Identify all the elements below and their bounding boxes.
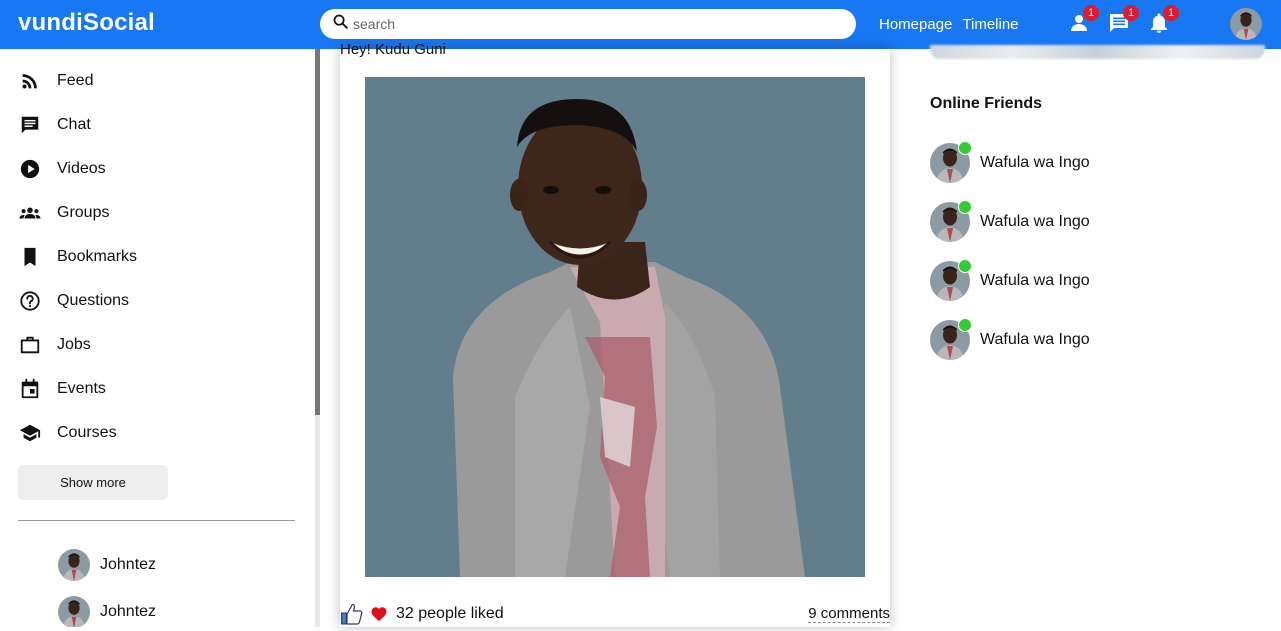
friend-name: Wafula wa Ingo xyxy=(980,271,1090,289)
sidebar-item-label: Events xyxy=(57,380,106,397)
sidebar-item-label: Courses xyxy=(57,424,117,441)
topbar: vundiSocial Homepage Timeline 1 1 1 xyxy=(0,0,1281,49)
friend-name: Johntez xyxy=(100,555,157,573)
sidebar-item-feed[interactable]: Feed xyxy=(0,59,320,103)
avatar xyxy=(58,596,90,628)
online-status-dot xyxy=(958,317,972,332)
search-bar[interactable] xyxy=(320,9,856,39)
sidebar: Feed Chat Videos Groups Bookmarks Questi… xyxy=(0,49,320,627)
person-icon xyxy=(1067,15,1091,39)
online-friend-item[interactable]: Wafula wa Ingo xyxy=(930,310,1090,369)
sidebar-item-courses[interactable]: Courses xyxy=(0,411,320,455)
post-text: Hey! Kudu Guni xyxy=(340,41,446,58)
avatar xyxy=(58,549,90,581)
sidebar-item-label: Bookmarks xyxy=(57,248,138,265)
online-friends-list: Wafula wa Ingo Wafula wa Ingo Wafula wa … xyxy=(930,133,1090,369)
search-icon xyxy=(332,13,349,35)
sidebar-item-groups[interactable]: Groups xyxy=(0,191,320,235)
group-icon xyxy=(19,202,41,224)
sidebar-friend-item[interactable]: Johntez xyxy=(0,541,320,588)
sidebar-item-chat[interactable]: Chat xyxy=(0,103,320,147)
post-image[interactable] xyxy=(365,77,865,577)
feed-post: Hey! Kudu Guni 32 people liked 9 comment… xyxy=(340,41,890,627)
sidebar-item-label: Groups xyxy=(57,204,110,221)
avatar xyxy=(930,258,972,301)
like-icon[interactable] xyxy=(340,602,364,626)
sidebar-item-label: Videos xyxy=(57,160,106,177)
timeline-link[interactable]: Timeline xyxy=(962,16,1018,33)
friend-name: Wafula wa Ingo xyxy=(980,212,1090,230)
messages-badge: 1 xyxy=(1123,5,1139,21)
messages-button[interactable]: 1 xyxy=(1107,5,1139,35)
sidebar-scrollbar-thumb[interactable] xyxy=(315,49,320,415)
online-friends-title: Online Friends xyxy=(930,95,1043,112)
avatar xyxy=(930,199,972,242)
calendar-event-icon xyxy=(19,378,41,400)
avatar xyxy=(930,317,972,360)
sidebar-item-events[interactable]: Events xyxy=(0,367,320,411)
online-status-dot xyxy=(958,199,972,214)
search-input[interactable] xyxy=(353,16,833,32)
notifications-badge: 1 xyxy=(1163,5,1179,21)
like-count: 32 people liked xyxy=(396,605,504,622)
friend-name: Johntez xyxy=(100,602,157,620)
briefcase-icon xyxy=(19,334,41,356)
notifications-button[interactable]: 1 xyxy=(1147,5,1179,35)
ad-banner[interactable] xyxy=(930,45,1265,59)
avatar xyxy=(930,140,972,183)
bookmark-icon xyxy=(19,246,41,268)
sidebar-item-label: Jobs xyxy=(57,336,91,353)
friend-requests-badge: 1 xyxy=(1083,5,1099,21)
post-footer: 32 people liked 9 comments xyxy=(340,601,890,627)
sidebar-item-label: Feed xyxy=(57,72,94,89)
play-circle-icon xyxy=(19,158,41,180)
chat-icon xyxy=(19,114,41,136)
topbar-icons: 1 1 1 xyxy=(1067,5,1179,35)
sidebar-friend-item[interactable]: Johntez xyxy=(0,588,320,627)
bell-icon xyxy=(1147,13,1171,39)
friend-name: Wafula wa Ingo xyxy=(980,330,1090,348)
help-circle-icon xyxy=(19,290,41,312)
online-friend-item[interactable]: Wafula wa Ingo xyxy=(930,133,1090,192)
heart-icon[interactable] xyxy=(370,605,388,623)
top-links: Homepage Timeline xyxy=(879,16,1019,33)
school-icon xyxy=(19,422,41,444)
sidebar-item-jobs[interactable]: Jobs xyxy=(0,323,320,367)
online-friend-item[interactable]: Wafula wa Ingo xyxy=(930,251,1090,310)
chat-icon xyxy=(1107,14,1131,39)
sidebar-item-questions[interactable]: Questions xyxy=(0,279,320,323)
sidebar-item-label: Chat xyxy=(57,116,91,133)
homepage-link[interactable]: Homepage xyxy=(879,16,952,33)
sidebar-menu: Feed Chat Videos Groups Bookmarks Questi… xyxy=(0,49,320,455)
show-more-button[interactable]: Show more xyxy=(18,465,168,500)
app-logo[interactable]: vundiSocial xyxy=(18,9,155,37)
comments-link[interactable]: 9 comments xyxy=(808,605,890,623)
sidebar-divider xyxy=(18,520,295,521)
online-friend-item[interactable]: Wafula wa Ingo xyxy=(930,192,1090,251)
friend-requests-button[interactable]: 1 xyxy=(1067,5,1099,35)
sidebar-item-bookmarks[interactable]: Bookmarks xyxy=(0,235,320,279)
online-status-dot xyxy=(958,140,972,155)
profile-avatar[interactable] xyxy=(1230,8,1262,40)
sidebar-item-videos[interactable]: Videos xyxy=(0,147,320,191)
rss-feed-icon xyxy=(19,70,41,92)
sidebar-friend-list: Johntez Johntez xyxy=(0,541,320,627)
sidebar-item-label: Questions xyxy=(57,292,130,309)
friend-name: Wafula wa Ingo xyxy=(980,153,1090,171)
online-status-dot xyxy=(958,258,972,273)
